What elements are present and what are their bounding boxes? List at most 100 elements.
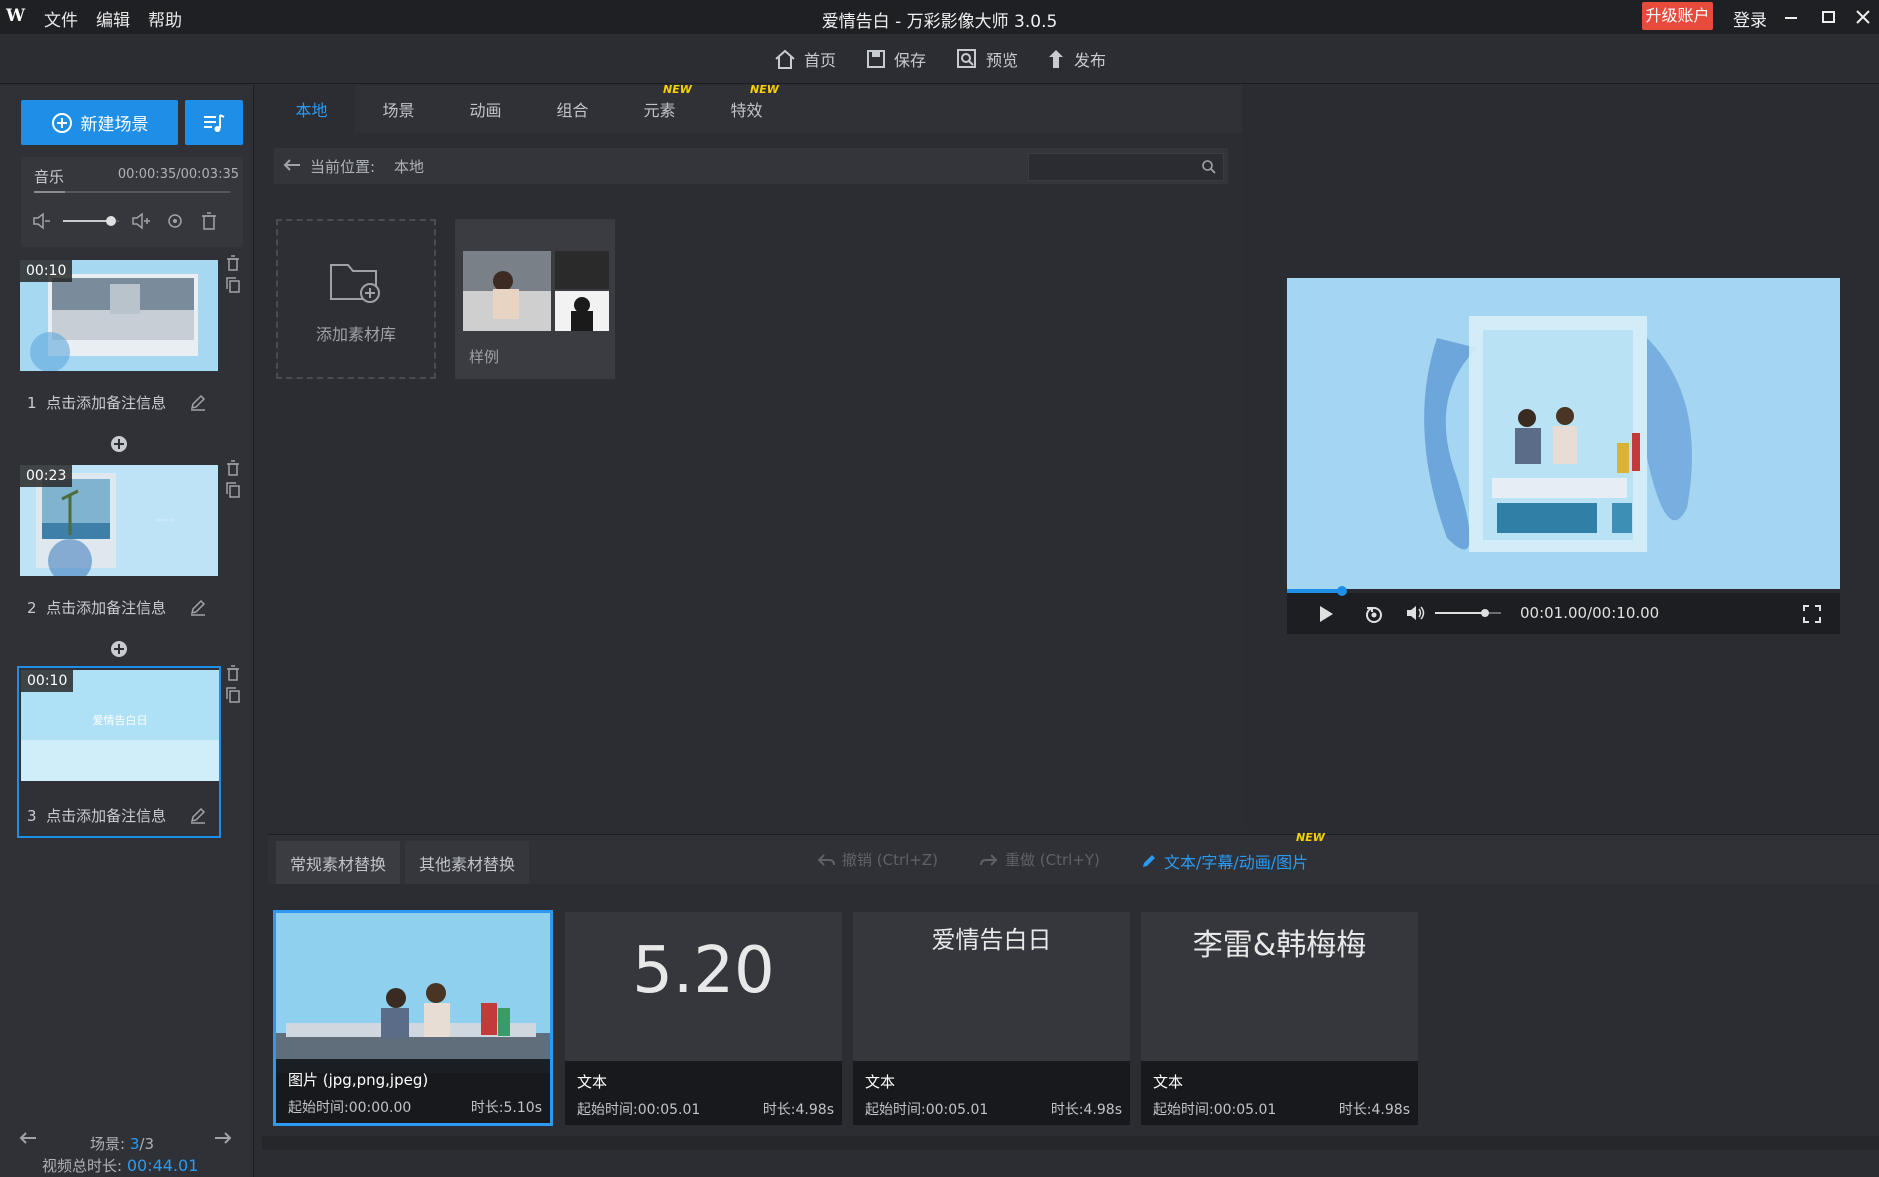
prev-scene-icon[interactable]	[18, 1130, 38, 1146]
login-button[interactable]: 登录	[1733, 6, 1767, 31]
total-duration-value: 00:44.01	[126, 1156, 199, 1175]
scene-note-text: 点击添加备注信息	[46, 394, 167, 412]
search-icon[interactable]	[1201, 159, 1217, 175]
search-input[interactable]	[1029, 154, 1189, 180]
scene-note-text: 点击添加备注信息	[46, 807, 167, 825]
delete-scene-icon[interactable]	[226, 460, 240, 476]
music-label: 音乐	[34, 168, 65, 186]
music-list-button[interactable]	[185, 100, 243, 145]
scene-index: 1	[27, 394, 37, 412]
edit-text-label: 文本/字幕/动画/图片	[1164, 853, 1309, 872]
path-value[interactable]: 本地	[394, 156, 424, 177]
new-scene-label: 新建场景	[80, 115, 149, 135]
publish-button[interactable]: 发布	[1046, 46, 1106, 72]
copy-scene-icon[interactable]	[226, 277, 240, 293]
publish-label: 发布	[1074, 51, 1107, 70]
horizontal-scrollbar[interactable]	[262, 1136, 1879, 1150]
maximize-icon[interactable]	[1815, 4, 1841, 30]
delete-scene-icon[interactable]	[226, 665, 240, 681]
scene-index: 3	[27, 807, 37, 825]
minimize-icon[interactable]	[1778, 4, 1804, 30]
scene-card-2[interactable]: ······· 00:23 2 点击添加备注信息	[17, 462, 221, 628]
window-title: 爱情告白 - 万彩影像大师 3.0.5	[821, 12, 1058, 32]
save-label: 保存	[894, 51, 927, 70]
tab-local[interactable]: 本地	[268, 85, 355, 133]
play-icon[interactable]	[1317, 604, 1335, 624]
volume-knob[interactable]	[105, 216, 116, 226]
scene-index: 2	[27, 599, 37, 617]
back-arrow-icon[interactable]	[282, 157, 302, 173]
add-scene-icon[interactable]	[110, 435, 128, 453]
add-scene-icon[interactable]	[110, 640, 128, 658]
scene-duration: 00:23	[20, 465, 73, 487]
copy-scene-icon[interactable]	[226, 482, 240, 498]
redo-button[interactable]: 重做 (Ctrl+Y)	[979, 849, 1100, 870]
folder-add-icon	[328, 257, 384, 305]
replay-icon[interactable]	[1363, 603, 1385, 625]
scene-panel: 新建场景 音乐 00:00:35/00:03:35 00:10 1 点击添加备注…	[0, 85, 254, 1177]
save-button[interactable]: 保存	[866, 46, 926, 72]
scene-note[interactable]: 3 点击添加备注信息	[27, 805, 166, 826]
edit-icon[interactable]	[189, 806, 207, 824]
player-volume-fill	[1435, 609, 1489, 617]
title-bar: W 文件 编辑 帮助 爱情告白 - 万彩影像大师 3.0.5 升级账户 登录	[0, 0, 1879, 34]
volume-icon[interactable]	[1405, 603, 1427, 623]
tab-scene[interactable]: 场景	[355, 85, 442, 133]
preview-progress-track[interactable]	[1287, 586, 1840, 596]
clip-info: 文本 起始时间:00:05.01 时长:4.98s	[853, 1061, 1130, 1125]
next-scene-icon[interactable]	[213, 1130, 233, 1146]
upgrade-account-button[interactable]: 升级账户	[1642, 2, 1713, 30]
music-progress-fill	[34, 191, 66, 193]
scene-card-1[interactable]: 00:10 1 点击添加备注信息	[17, 257, 221, 423]
volume-up-icon[interactable]	[131, 212, 151, 230]
clip-start: 起始时间:00:05.01	[865, 1102, 989, 1118]
clip-image[interactable]: 图片 (jpg,png,jpeg) 起始时间:00:00.00 时长:5.10s	[273, 910, 553, 1126]
progress-knob[interactable]	[1337, 586, 1348, 596]
tab-other-replace[interactable]: 其他素材替换	[405, 841, 530, 885]
trash-icon[interactable]	[200, 211, 218, 231]
edit-icon[interactable]	[189, 598, 207, 616]
music-volume-fill	[63, 216, 116, 226]
volume-down-icon[interactable]	[32, 212, 52, 230]
add-library-button[interactable]: 添加素材库	[276, 219, 436, 379]
scene-card-3[interactable]: 爱情告白日 00:10 3 点击添加备注信息	[17, 666, 221, 838]
clip-text[interactable]: 李雷&韩梅梅 文本 起始时间:00:05.01 时长:4.98s	[1141, 912, 1418, 1125]
new-scene-button[interactable]: 新建场景	[21, 100, 178, 145]
clip-image-thumbnail	[276, 913, 550, 1073]
fullscreen-icon[interactable]	[1802, 604, 1822, 624]
upload-icon	[1049, 50, 1063, 68]
edit-icon[interactable]	[189, 393, 207, 411]
clip-length: 时长:4.98s	[1050, 1102, 1122, 1118]
delete-scene-icon[interactable]	[226, 255, 240, 271]
search-box[interactable]	[1028, 153, 1224, 181]
scene-duration: 00:10	[20, 260, 73, 282]
clip-text[interactable]: 5.20 文本 起始时间:00:05.01 时长:4.98s	[565, 912, 842, 1125]
tab-regular-replace[interactable]: 常规素材替换	[276, 841, 401, 885]
scene-note[interactable]: 1 点击添加备注信息	[27, 392, 166, 413]
copy-scene-icon[interactable]	[226, 687, 240, 703]
music-volume-slider[interactable]	[63, 216, 119, 226]
clip-kind: 文本	[1153, 1073, 1184, 1091]
clip-text-preview: 爱情告白日	[931, 926, 1052, 954]
sample-label: 样例	[469, 348, 500, 366]
scene-duration: 00:10	[21, 670, 74, 692]
plus-circle-icon	[51, 112, 72, 133]
preview-button[interactable]: 预览	[956, 46, 1018, 72]
home-icon	[775, 49, 795, 69]
volume-knob[interactable]	[1480, 609, 1489, 617]
clip-text[interactable]: 爱情告白日 文本 起始时间:00:05.01 时长:4.98s	[853, 912, 1130, 1125]
sample-folder[interactable]: 样例	[455, 219, 615, 379]
scene-note[interactable]: 2 点击添加备注信息	[27, 597, 166, 618]
tab-combo[interactable]: 组合	[529, 85, 616, 133]
gear-icon[interactable]	[165, 211, 185, 231]
clip-length: 时长:4.98s	[1338, 1102, 1410, 1118]
tab-animation[interactable]: 动画	[442, 85, 529, 133]
undo-button[interactable]: 撤销 (Ctrl+Z)	[816, 849, 938, 870]
music-progress-track[interactable]	[34, 191, 230, 193]
home-button[interactable]: 首页	[774, 46, 836, 72]
clip-info: 图片 (jpg,png,jpeg) 起始时间:00:00.00 时长:5.10s	[276, 1059, 550, 1123]
player-controls: 00:01.00/00:10.00	[1287, 586, 1840, 634]
edit-text-link[interactable]: 文本/字幕/动画/图片	[1140, 849, 1308, 873]
player-volume-slider[interactable]	[1435, 609, 1501, 617]
close-icon[interactable]	[1850, 4, 1876, 30]
